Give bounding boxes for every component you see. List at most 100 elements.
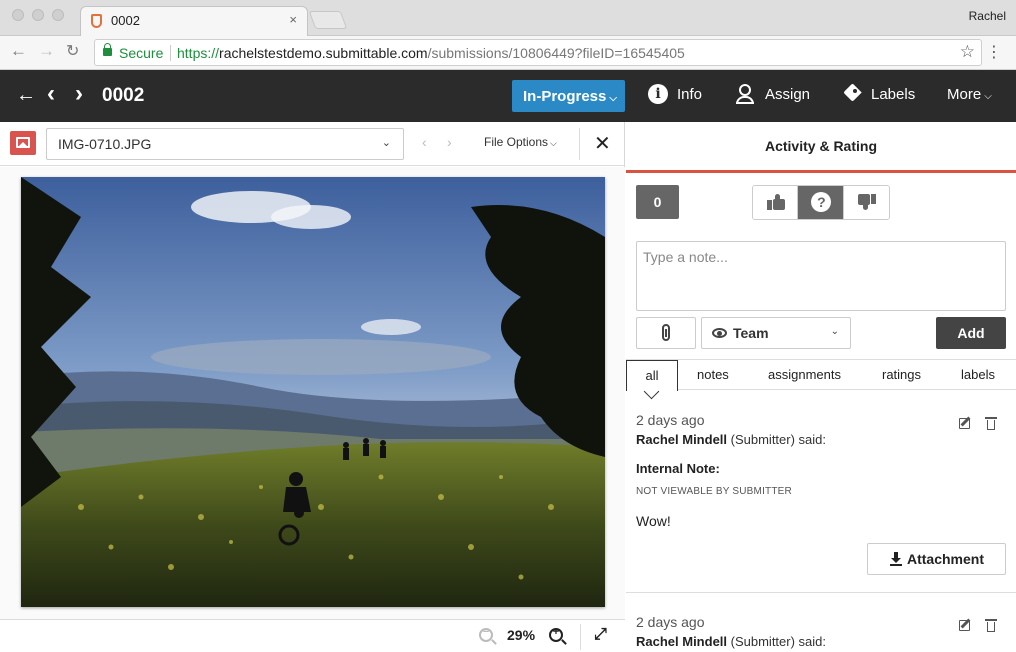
visibility-note: NOT VIEWABLE BY SUBMITTER xyxy=(636,486,792,497)
window-minimize-control[interactable] xyxy=(32,9,44,21)
fullscreen-icon[interactable]: ⤢ xyxy=(594,626,607,644)
forward-icon[interactable]: → xyxy=(38,41,55,61)
status-label: In-Progress xyxy=(523,88,607,105)
panel-title: Activity & Rating xyxy=(764,138,877,154)
panel-header: Activity & Rating xyxy=(626,122,1016,173)
labels-button[interactable]: Labels xyxy=(871,86,915,103)
unsure-button[interactable]: ? xyxy=(798,186,844,219)
previous-submission-icon[interactable]: ‹ xyxy=(47,80,55,108)
tag-icon[interactable] xyxy=(843,83,862,102)
chevron-down-icon: ⌵ xyxy=(550,138,557,148)
assign-button[interactable]: Assign xyxy=(765,86,810,103)
note-input[interactable] xyxy=(636,241,1006,311)
browser-toolbar: ← → ↻ Secure https://rachelstestdemo.sub… xyxy=(0,36,1016,70)
rating-score: 0 xyxy=(636,185,679,219)
add-note-button[interactable]: Add xyxy=(936,317,1006,349)
submission-image xyxy=(21,177,605,607)
address-bar[interactable]: Secure https://rachelstestdemo.submittab… xyxy=(94,39,982,66)
thumbs-up-button[interactable] xyxy=(753,186,799,219)
window-zoom-control[interactable] xyxy=(52,9,64,21)
filter-tab-notes[interactable]: notes xyxy=(697,367,729,382)
activity-filter-tabs: all notes assignments ratings labels xyxy=(626,359,1016,391)
zoom-out-icon[interactable]: − xyxy=(479,626,493,642)
browser-tab[interactable]: 0002 × xyxy=(80,6,308,37)
activity-panel: Activity & Rating 0 ? Team ⌄ Add all not… xyxy=(626,122,1016,652)
attach-file-button[interactable] xyxy=(636,317,696,349)
entry-author: Rachel Mindell xyxy=(636,432,728,447)
menu-icon[interactable]: ⋮ xyxy=(986,42,1002,62)
thumbs-down-button[interactable] xyxy=(843,186,889,219)
file-options-label: File Options xyxy=(484,135,549,149)
filter-tab-assignments[interactable]: assignments xyxy=(768,367,841,382)
back-to-list-icon[interactable]: ← xyxy=(16,84,36,107)
entry-author-line: Rachel Mindell (Submitter) said: xyxy=(636,634,826,649)
image-file-icon xyxy=(10,131,36,155)
next-submission-icon[interactable]: › xyxy=(75,80,83,108)
user-icon[interactable] xyxy=(736,84,754,104)
window-close-control[interactable] xyxy=(12,9,24,21)
zoom-level: 29% xyxy=(507,627,536,643)
thumbs-up-icon xyxy=(767,194,785,210)
download-icon xyxy=(890,552,902,566)
entry-author-line: Rachel Mindell (Submitter) said: xyxy=(636,432,826,447)
toolbar-divider xyxy=(579,128,580,160)
file-select[interactable]: IMG-0710.JPG ⌄ xyxy=(46,128,404,160)
entry-message: Wow! xyxy=(636,513,671,529)
trash-icon[interactable] xyxy=(985,416,997,430)
entry-role: (Submitter) said: xyxy=(727,634,827,649)
note-type: Internal Note: xyxy=(636,461,720,476)
info-icon[interactable]: i xyxy=(648,84,668,104)
chevron-down-icon: ⌄ xyxy=(381,137,391,149)
browser-tab-bar: 0002 × Rachel xyxy=(0,0,1016,37)
edit-icon[interactable] xyxy=(959,416,973,430)
entry-author: Rachel Mindell xyxy=(636,634,728,649)
reload-icon[interactable]: ↻ xyxy=(66,41,79,61)
attachment-download-button[interactable]: Attachment xyxy=(867,543,1006,575)
visibility-select[interactable]: Team ⌄ xyxy=(701,317,851,349)
entry-role: (Submitter) said: xyxy=(727,432,827,447)
more-button[interactable]: More ⌵ xyxy=(947,86,992,103)
question-icon: ? xyxy=(811,192,832,212)
landscape-photo xyxy=(21,177,605,607)
tab-title: 0002 xyxy=(111,13,140,28)
status-dropdown[interactable]: In-Progress ⌵ xyxy=(512,80,625,112)
submission-id: 0002 xyxy=(102,85,145,106)
back-icon[interactable]: ← xyxy=(10,41,27,61)
url-path: /submissions/10806449?fileID=16545405 xyxy=(427,45,685,61)
filter-tab-labels[interactable]: labels xyxy=(961,367,995,382)
previous-file-icon[interactable]: ‹ xyxy=(422,134,427,150)
entry-timestamp: 2 days ago xyxy=(636,412,705,428)
chevron-down-icon: ⌵ xyxy=(609,93,617,104)
close-icon[interactable]: ✕ xyxy=(594,131,611,156)
info-button[interactable]: Info xyxy=(677,86,702,103)
filter-tab-all[interactable]: all xyxy=(626,360,678,391)
security-indicator[interactable]: Secure xyxy=(119,45,163,61)
eye-icon xyxy=(712,328,727,338)
image-viewport[interactable] xyxy=(0,167,625,619)
more-label: More xyxy=(947,86,982,103)
chevron-down-icon: ⌵ xyxy=(984,91,992,102)
filter-tab-ratings[interactable]: ratings xyxy=(882,367,921,382)
file-viewer: IMG-0710.JPG ⌄ ‹ › File Options ⌵ ✕ − 29… xyxy=(0,122,625,652)
omnibox-divider xyxy=(170,45,171,61)
edit-icon[interactable] xyxy=(959,618,973,632)
zoom-in-icon[interactable]: + xyxy=(549,626,563,642)
star-icon[interactable]: ☆ xyxy=(960,42,975,62)
entry-timestamp: 2 days ago xyxy=(636,614,705,630)
toolbar-divider xyxy=(580,624,581,650)
next-file-icon[interactable]: › xyxy=(447,134,452,150)
url-text[interactable]: https://rachelstestdemo.submittable.com/… xyxy=(177,45,685,61)
browser-profile-name[interactable]: Rachel xyxy=(969,9,1006,23)
submission-header: ← ‹ › 0002 In-Progress ⌵ i Info Assign La… xyxy=(0,70,1016,122)
attachment-label: Attachment xyxy=(907,551,985,567)
trash-icon[interactable] xyxy=(985,618,997,632)
url-scheme: https:// xyxy=(177,45,220,61)
rating-buttons: ? xyxy=(752,185,890,220)
new-tab-button[interactable] xyxy=(308,11,348,29)
entry-divider xyxy=(626,592,1016,593)
tab-close-icon[interactable]: × xyxy=(289,12,297,27)
file-options-dropdown[interactable]: File Options ⌵ xyxy=(484,135,557,149)
visibility-label: Team xyxy=(733,325,769,341)
zoom-toolbar: − 29% + ⤢ xyxy=(0,619,625,652)
url-host: rachelstestdemo.submittable.com xyxy=(219,45,428,61)
